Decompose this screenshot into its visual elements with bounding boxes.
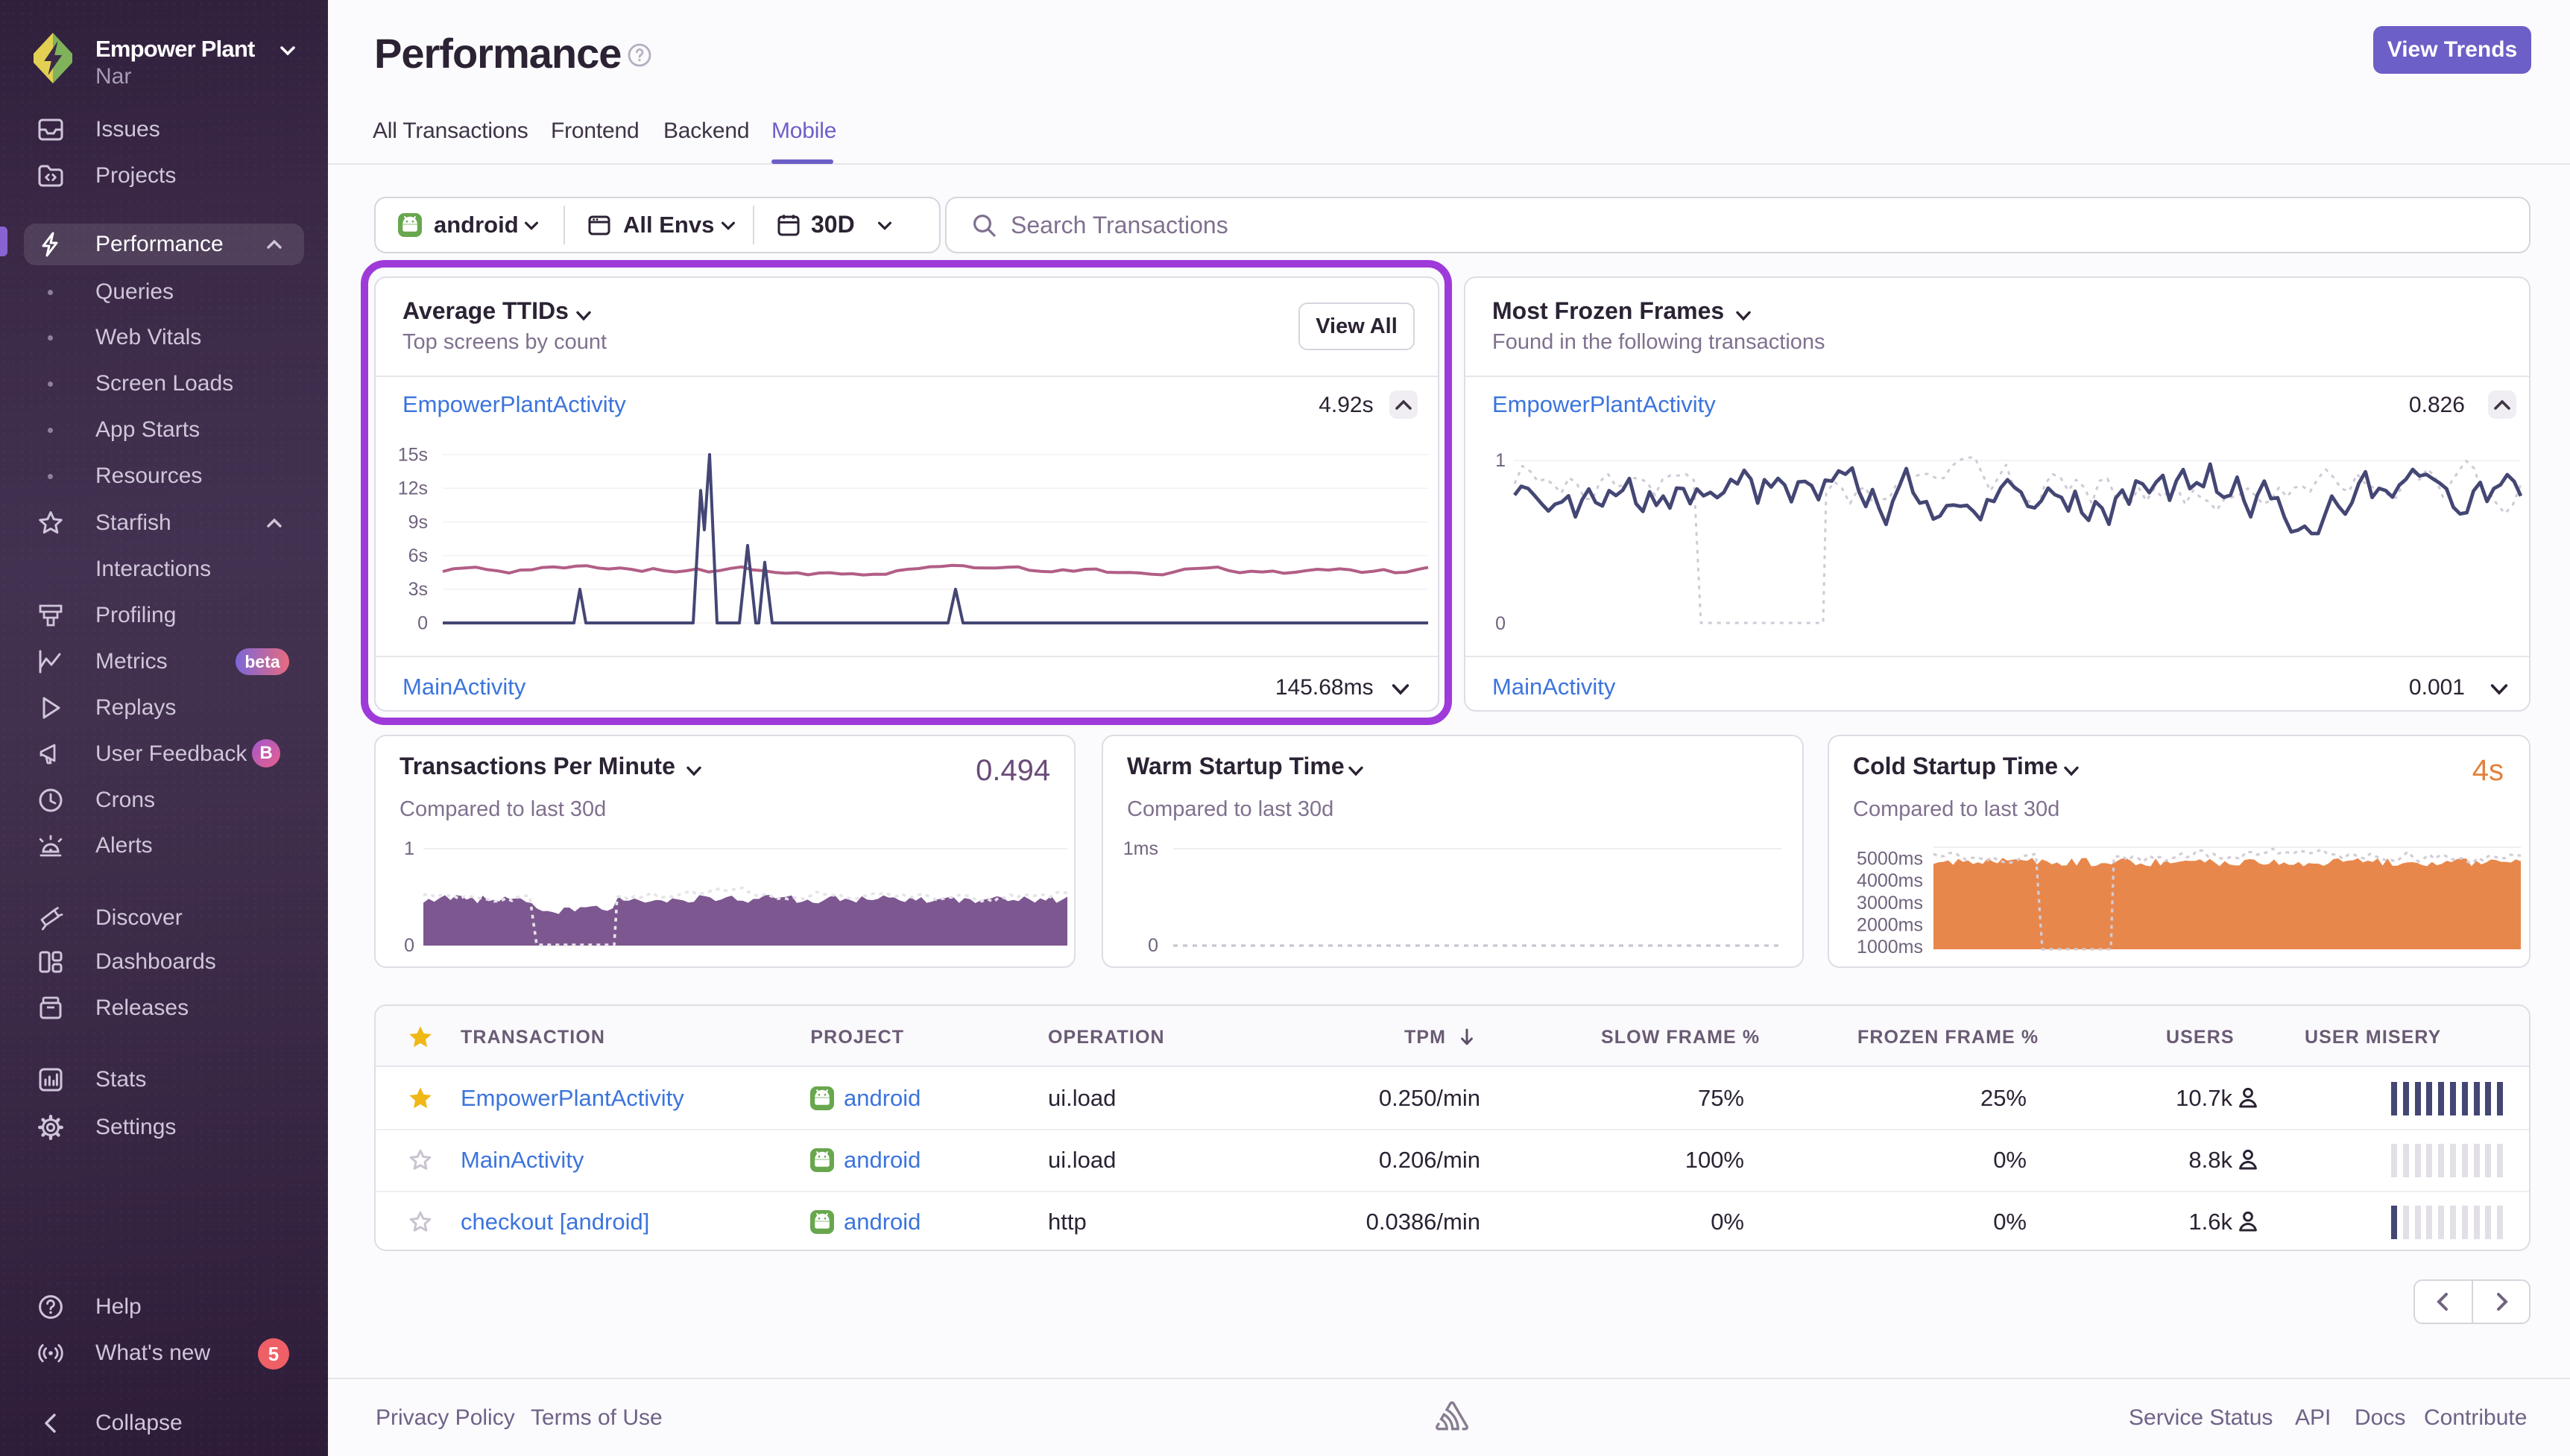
svg-text:1000ms: 1000ms: [1857, 937, 1923, 958]
svg-text:3000ms: 3000ms: [1857, 893, 1923, 914]
svg-text:9s: 9s: [408, 512, 428, 533]
svg-text:0: 0: [1495, 613, 1506, 634]
svg-text:5000ms: 5000ms: [1857, 849, 1923, 870]
svg-text:1ms: 1ms: [1123, 838, 1158, 859]
svg-text:3s: 3s: [408, 579, 428, 600]
svg-text:0: 0: [1148, 935, 1158, 956]
svg-text:0: 0: [417, 613, 428, 633]
svg-text:1: 1: [404, 838, 414, 859]
svg-text:1: 1: [1495, 450, 1506, 471]
svg-text:12s: 12s: [398, 478, 428, 499]
svg-text:0: 0: [404, 935, 414, 956]
svg-text:2000ms: 2000ms: [1857, 914, 1923, 935]
svg-text:4000ms: 4000ms: [1857, 870, 1923, 891]
svg-text:6s: 6s: [408, 545, 428, 566]
svg-text:15s: 15s: [398, 444, 428, 465]
